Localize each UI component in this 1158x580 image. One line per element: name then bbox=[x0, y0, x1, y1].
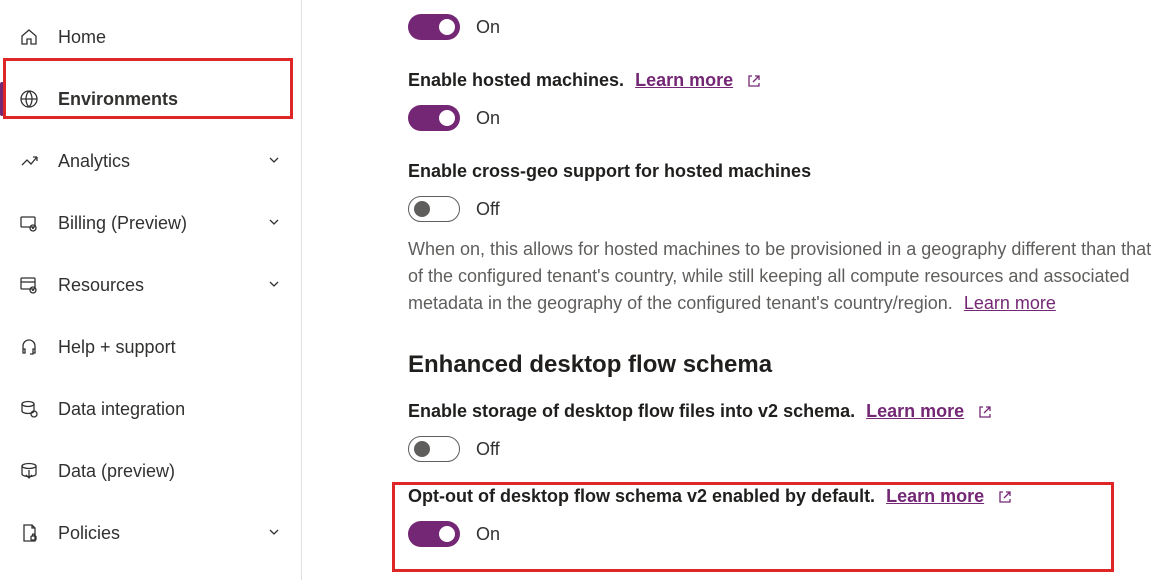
globe-icon bbox=[18, 88, 40, 110]
setting-v2-schema-title: Enable storage of desktop flow files int… bbox=[408, 401, 1158, 422]
toggle-hosted-machines-state: On bbox=[476, 108, 500, 129]
toggle-opt-out[interactable] bbox=[408, 521, 460, 547]
learn-more-v2[interactable]: Learn more bbox=[866, 401, 964, 421]
policies-icon bbox=[18, 522, 40, 544]
billing-icon bbox=[18, 212, 40, 234]
toggle-top-state: On bbox=[476, 17, 500, 38]
analytics-icon bbox=[18, 150, 40, 172]
sidebar-item-policies[interactable]: Policies bbox=[0, 502, 301, 564]
sidebar: Home Environments Analytics Billing (Pre… bbox=[0, 0, 302, 580]
setting-opt-out-title: Opt-out of desktop flow schema v2 enable… bbox=[408, 486, 1158, 507]
chevron-down-icon bbox=[267, 525, 283, 541]
data-integration-icon bbox=[18, 398, 40, 420]
sidebar-item-billing[interactable]: Billing (Preview) bbox=[0, 192, 301, 254]
setting-cross-geo-title: Enable cross-geo support for hosted mach… bbox=[408, 161, 1158, 182]
chevron-down-icon bbox=[267, 215, 283, 231]
toggle-v2-schema-state: Off bbox=[476, 439, 500, 460]
sidebar-item-data-integration[interactable]: Data integration bbox=[0, 378, 301, 440]
sidebar-item-analytics[interactable]: Analytics bbox=[0, 130, 301, 192]
chevron-down-icon bbox=[267, 277, 283, 293]
sidebar-item-label: Help + support bbox=[58, 337, 176, 358]
sidebar-item-help-support[interactable]: Help + support bbox=[0, 316, 301, 378]
toggle-cross-geo[interactable] bbox=[408, 196, 460, 222]
learn-more-opt-out[interactable]: Learn more bbox=[886, 486, 984, 506]
sidebar-item-label: Data integration bbox=[58, 399, 185, 420]
learn-more-cross-geo[interactable]: Learn more bbox=[964, 293, 1056, 313]
toggle-v2-schema[interactable] bbox=[408, 436, 460, 462]
resources-icon bbox=[18, 274, 40, 296]
sidebar-item-label: Policies bbox=[58, 523, 120, 544]
setting-cross-geo-desc: When on, this allows for hosted machines… bbox=[408, 236, 1158, 317]
external-link-icon bbox=[977, 404, 993, 420]
external-link-icon bbox=[997, 489, 1013, 505]
setting-hosted-machines-title: Enable hosted machines. Learn more bbox=[408, 70, 1158, 91]
external-link-icon bbox=[746, 73, 762, 89]
headset-icon bbox=[18, 336, 40, 358]
toggle-cross-geo-state: Off bbox=[476, 199, 500, 220]
sidebar-item-data-preview[interactable]: Data (preview) bbox=[0, 440, 301, 502]
chevron-down-icon bbox=[267, 153, 283, 169]
sidebar-item-label: Data (preview) bbox=[58, 461, 175, 482]
sidebar-item-label: Environments bbox=[58, 89, 178, 110]
section-header-enhanced-schema: Enhanced desktop flow schema bbox=[408, 351, 1158, 379]
toggle-top[interactable] bbox=[408, 14, 460, 40]
sidebar-item-label: Analytics bbox=[58, 151, 130, 172]
content-panel: On Enable hosted machines. Learn more On… bbox=[302, 0, 1158, 580]
sidebar-item-label: Billing (Preview) bbox=[58, 213, 187, 234]
toggle-opt-out-state: On bbox=[476, 524, 500, 545]
sidebar-item-home[interactable]: Home bbox=[0, 6, 301, 68]
home-icon bbox=[18, 26, 40, 48]
sidebar-item-label: Home bbox=[58, 27, 106, 48]
toggle-hosted-machines[interactable] bbox=[408, 105, 460, 131]
sidebar-item-resources[interactable]: Resources bbox=[0, 254, 301, 316]
sidebar-item-label: Resources bbox=[58, 275, 144, 296]
sidebar-item-environments[interactable]: Environments bbox=[0, 68, 301, 130]
learn-more-hosted[interactable]: Learn more bbox=[635, 70, 733, 90]
data-preview-icon bbox=[18, 460, 40, 482]
